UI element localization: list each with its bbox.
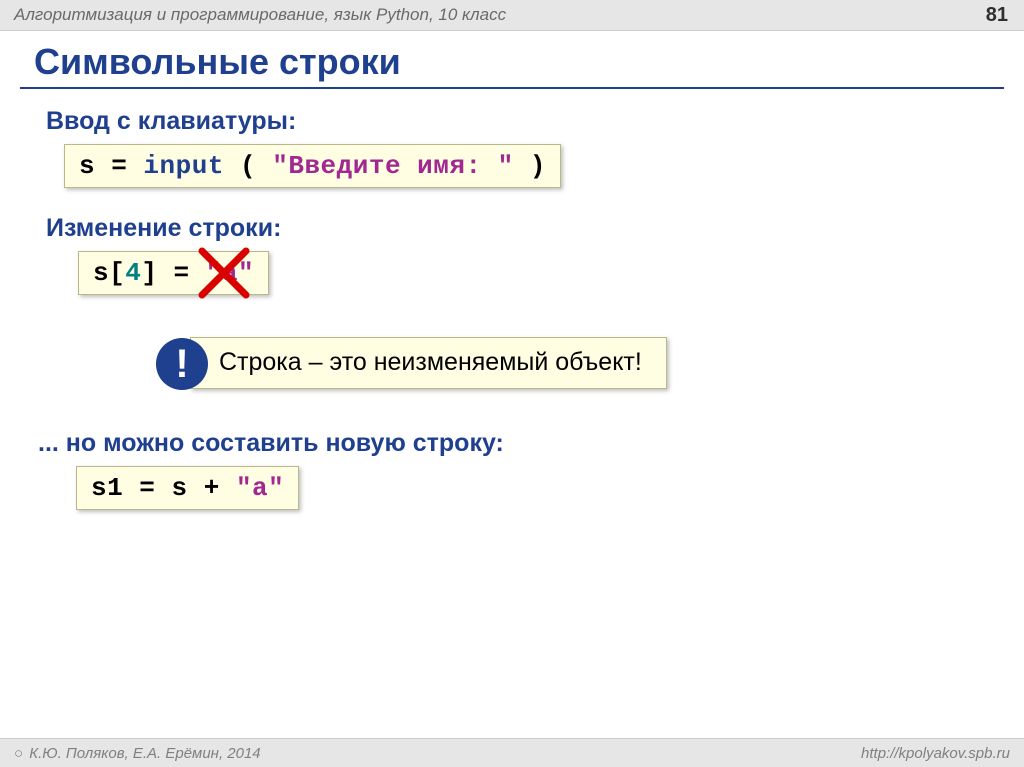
code-text: ] = — [141, 258, 205, 288]
code-text: s = — [79, 151, 143, 181]
code-text: ) — [514, 151, 546, 181]
callout: ! Строка – это неизменяемый объект! — [156, 337, 994, 389]
label-modify: Изменение строки: — [46, 214, 994, 243]
code-text: s1 = s + — [91, 473, 236, 503]
page-title: Символьные строки — [34, 41, 1024, 83]
content: Ввод с клавиатуры: s = input ( "Введите … — [0, 89, 1024, 510]
exclamation-icon: ! — [156, 338, 208, 390]
codebox-modify: s[4] = "a" — [78, 251, 269, 295]
code-keyword: input — [143, 151, 224, 181]
page-number: 81 — [986, 4, 1008, 27]
header-title: Алгоритмизация и программирование, язык … — [14, 5, 506, 25]
label-input: Ввод с клавиатуры: — [46, 107, 994, 136]
footer-left: ○ К.Ю. Поляков, Е.А. Ерёмин, 2014 — [14, 745, 261, 762]
code-number: 4 — [125, 258, 141, 288]
codebox-input: s = input ( "Введите имя: " ) — [64, 144, 561, 188]
label-compose: ... но можно составить новую строку: — [38, 429, 994, 458]
footer-right: http://kpolyakov.spb.ru — [861, 745, 1010, 762]
codebox-modify-wrap: s[4] = "a" — [78, 251, 269, 295]
footer: ○ К.Ю. Поляков, Е.А. Ерёмин, 2014 http:/… — [0, 738, 1024, 767]
code-string: "a" — [206, 258, 254, 288]
slide: Алгоритмизация и программирование, язык … — [0, 0, 1024, 767]
code-text: ( — [224, 151, 272, 181]
copyright-icon: ○ — [14, 745, 23, 762]
codebox-compose: s1 = s + "a" — [76, 466, 299, 510]
code-string: "Введите имя: " — [272, 151, 514, 181]
code-text: s[ — [93, 258, 125, 288]
footer-left-text: К.Ю. Поляков, Е.А. Ерёмин, 2014 — [29, 745, 260, 762]
callout-text: Строка – это неизменяемый объект! — [190, 337, 667, 389]
header-bar: Алгоритмизация и программирование, язык … — [0, 0, 1024, 31]
code-string: "a" — [236, 473, 284, 503]
